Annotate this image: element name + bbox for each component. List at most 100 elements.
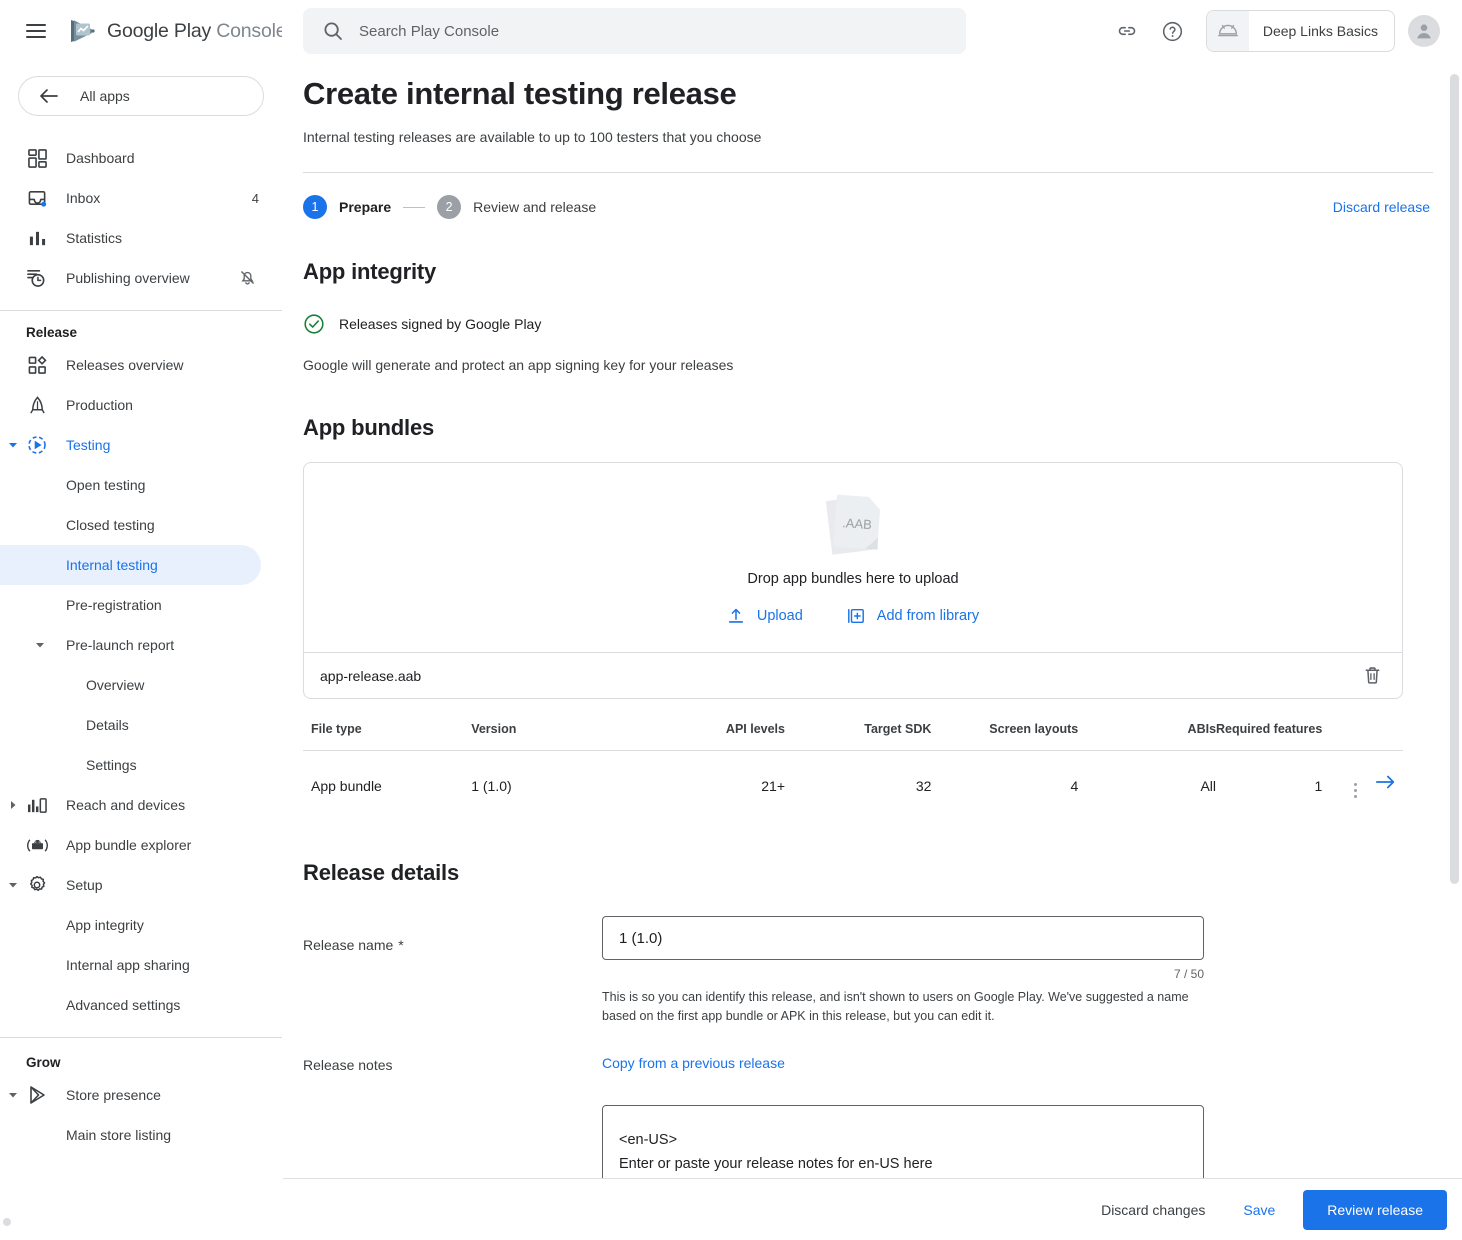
page-content: Create internal testing release Internal… [283, 76, 1462, 1240]
brand-title-secondary: Console [216, 20, 283, 42]
page-subtitle: Internal testing releases are available … [303, 129, 1462, 145]
app-selector[interactable]: Deep Links Basics [1206, 10, 1395, 52]
main-area: Search Play Console [283, 0, 1462, 1240]
help-circle-icon[interactable] [1150, 8, 1196, 54]
dropzone-actions: Upload Add from library [727, 607, 979, 625]
sidebar-item-plr-settings[interactable]: Settings [0, 745, 261, 785]
table-row[interactable]: App bundle 1 (1.0) 21+ 32 4 All 1 [303, 751, 1403, 819]
sidebar-item-dashboard[interactable]: Dashboard [0, 138, 261, 178]
kebab-menu-icon[interactable] [1340, 783, 1371, 798]
back-arrow-icon [39, 88, 58, 104]
link-icon[interactable] [1104, 8, 1150, 54]
sidebar-item-inbox[interactable]: Inbox 4 [0, 178, 261, 218]
app-selector-name: Deep Links Basics [1249, 23, 1378, 39]
trash-icon[interactable] [1362, 665, 1384, 687]
chevron-down-icon[interactable] [6, 438, 20, 452]
sidebar-nav-release: Releases overview Production [0, 345, 282, 1025]
sidebar-item-pre-launch-report[interactable]: Pre-launch report [0, 625, 261, 665]
add-from-library-button[interactable]: Add from library [847, 607, 979, 625]
discard-release-link[interactable]: Discard release [1333, 199, 1430, 215]
sidebar-item-publishing-overview[interactable]: Publishing overview [0, 258, 261, 298]
cell-version: 1 (1.0) [471, 751, 570, 819]
sidebar-item-pre-registration[interactable]: Pre-registration [0, 585, 261, 625]
sidebar-item-setup[interactable]: Setup [0, 865, 261, 905]
hamburger-menu-icon[interactable] [26, 24, 46, 38]
sidebar-item-internal-app-sharing[interactable]: Internal app sharing [0, 945, 261, 985]
store-presence-icon [26, 1084, 48, 1106]
app-integrity-heading: App integrity [303, 259, 1462, 285]
release-name-helper-text: This is so you can identify this release… [602, 988, 1202, 1027]
review-release-button[interactable]: Review release [1303, 1190, 1447, 1230]
step-prepare[interactable]: 1 Prepare [303, 195, 391, 219]
chevron-down-icon[interactable] [6, 878, 20, 892]
copy-from-previous-release-link[interactable]: Copy from a previous release [602, 1055, 785, 1071]
sidebar-item-app-bundle-explorer[interactable]: App bundle explorer [0, 825, 261, 865]
step-number: 1 [303, 195, 327, 219]
sidebar-item-label: Settings [86, 757, 137, 773]
upload-label: Upload [757, 608, 803, 624]
reach-and-devices-icon [26, 794, 48, 816]
chevron-down-icon[interactable] [6, 1088, 20, 1102]
sidebar-item-label: Dashboard [66, 150, 261, 166]
sidebar-item-plr-details[interactable]: Details [0, 705, 261, 745]
sidebar-item-app-integrity[interactable]: App integrity [0, 905, 261, 945]
uploaded-file-name: app-release.aab [320, 668, 1362, 684]
required-asterisk: * [398, 937, 403, 953]
release-name-input[interactable]: 1 (1.0) [602, 916, 1204, 960]
sidebar-item-label: Reach and devices [66, 797, 261, 813]
step-review-and-release[interactable]: 2 Review and release [437, 195, 596, 219]
upload-button[interactable]: Upload [727, 607, 803, 625]
all-apps-button[interactable]: All apps [18, 76, 264, 116]
step-label: Review and release [473, 199, 596, 215]
sidebar-item-closed-testing[interactable]: Closed testing [0, 505, 261, 545]
uploaded-bundle-row: app-release.aab [303, 653, 1403, 699]
column-abis: ABIs [1078, 722, 1216, 751]
chevron-right-icon[interactable] [6, 798, 20, 812]
publishing-overview-icon [26, 267, 48, 289]
sidebar-item-label: Store presence [66, 1087, 261, 1103]
cell-abis: All [1078, 751, 1216, 819]
sidebar-item-releases-overview[interactable]: Releases overview [0, 345, 261, 385]
sidebar: Google Play Console All apps [0, 0, 283, 1240]
cell-api-levels: 21+ [570, 751, 785, 819]
library-add-icon [847, 607, 865, 625]
step-connector [403, 207, 425, 208]
avatar[interactable] [1408, 15, 1440, 47]
scrollbar-thumb[interactable] [1450, 74, 1459, 884]
discard-changes-button[interactable]: Discard changes [1085, 1192, 1221, 1228]
sidebar-item-open-testing[interactable]: Open testing [0, 465, 261, 505]
check-circle-icon [303, 313, 325, 335]
sidebar-section-release: Release [0, 325, 282, 340]
notifications-off-icon[interactable] [239, 269, 257, 287]
production-icon [26, 394, 48, 416]
sidebar-item-label: Closed testing [66, 517, 155, 533]
release-name-counter: 7 / 50 [602, 967, 1204, 981]
sidebar-item-internal-testing[interactable]: Internal testing [0, 545, 261, 585]
chevron-down-icon[interactable] [34, 639, 46, 651]
sidebar-item-reach-and-devices[interactable]: Reach and devices [0, 785, 261, 825]
app-bundle-dropzone[interactable]: .AAB Drop app bundles here to upload [303, 462, 1403, 653]
sidebar-item-label: App integrity [66, 917, 144, 933]
sidebar-item-testing[interactable]: Testing [0, 425, 261, 465]
column-screen-layouts: Screen layouts [931, 722, 1078, 751]
sidebar-item-store-presence[interactable]: Store presence [0, 1075, 261, 1115]
sidebar-item-plr-overview[interactable]: Overview [0, 665, 261, 705]
svg-text:.AAB: .AAB [842, 515, 873, 532]
sidebar-scrollbar[interactable] [3, 1218, 11, 1226]
arrow-right-icon[interactable] [1375, 773, 1397, 789]
column-target-sdk: Target SDK [785, 722, 931, 751]
search-input[interactable]: Search Play Console [303, 8, 966, 54]
upload-icon [727, 607, 745, 625]
sidebar-item-label: Setup [66, 877, 261, 893]
main-scrollbar[interactable] [1450, 62, 1459, 1167]
sidebar-header: Google Play Console [0, 0, 282, 62]
sidebar-section-grow: Grow [0, 1055, 282, 1070]
search-icon [323, 21, 343, 41]
sidebar-item-production[interactable]: Production [0, 385, 261, 425]
sidebar-item-main-store-listing[interactable]: Main store listing [0, 1115, 261, 1155]
save-button[interactable]: Save [1221, 1192, 1297, 1228]
step-number: 2 [437, 195, 461, 219]
sidebar-item-statistics[interactable]: Statistics [0, 218, 261, 258]
sidebar-item-advanced-settings[interactable]: Advanced settings [0, 985, 261, 1025]
app-bundle-explorer-icon [26, 834, 48, 856]
